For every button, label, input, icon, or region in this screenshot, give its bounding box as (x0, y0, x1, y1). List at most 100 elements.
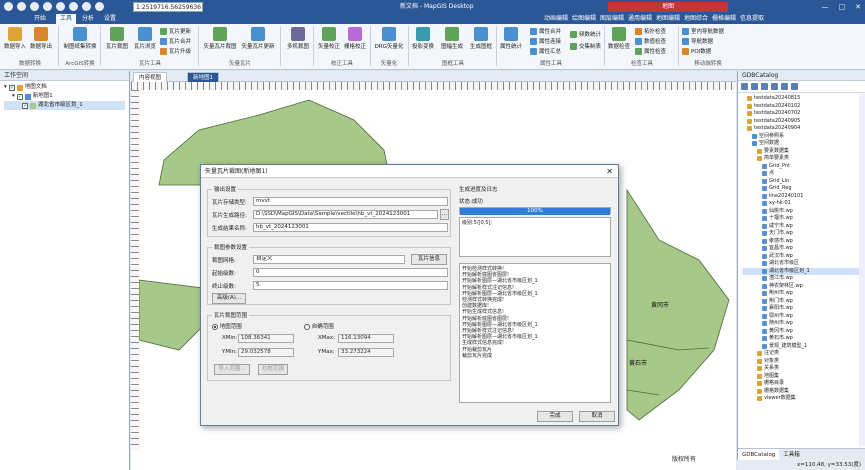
menu-icon[interactable] (4, 2, 13, 11)
catalog-tree-item[interactable]: 随州市.wp (742, 320, 861, 328)
attr-check-button[interactable]: 属性检查 (635, 47, 666, 55)
browse-path-button[interactable]: … (440, 209, 449, 220)
catalog-tree-item[interactable]: viewer数据集 (742, 395, 861, 403)
map-range-radio[interactable]: 地图范围 (212, 322, 242, 330)
xmax-input[interactable]: 116.13094 (338, 334, 394, 343)
expand-icon[interactable]: ▾ (12, 92, 15, 101)
catalog-tree-item[interactable]: 咸宁市.wp (742, 223, 861, 231)
tile-upgrade-button[interactable]: 瓦片升级 (160, 47, 191, 55)
search-icon[interactable] (771, 83, 778, 90)
tile-update-button[interactable]: 瓦片更新 (160, 27, 191, 35)
catalog-tree-item[interactable]: 简单要素类 (742, 155, 861, 163)
freq-stats-button[interactable]: 频数统计 (570, 30, 601, 38)
sheet-generate-button[interactable]: 图幅生成 (437, 24, 467, 50)
catalog-tree-item[interactable]: 空间参照系 (742, 133, 861, 141)
attr-join-button[interactable]: 属性连接 (530, 37, 561, 45)
ymin-input[interactable]: 29.032578 (238, 348, 294, 357)
xmin-input[interactable]: 108.36341 (238, 334, 294, 343)
value-check-button[interactable]: 数值检查 (635, 37, 666, 45)
catalog-tree-item[interactable]: 注记类 (742, 350, 861, 358)
catalog-tree-item[interactable]: 十堰市.wp (742, 215, 861, 223)
catalog-tree-item[interactable]: 栅格目录 (742, 380, 861, 388)
intersect-table-button[interactable]: 交集制表 (570, 42, 601, 50)
undo-icon[interactable] (56, 2, 65, 11)
catalog-tree-item[interactable]: testdata20240102 (742, 103, 861, 111)
catalog-tree-item[interactable]: 襄阳市.wp (742, 305, 861, 313)
attr-merge-button[interactable]: 属性合并 (530, 27, 561, 35)
finish-button[interactable]: 完成 (537, 411, 573, 422)
ymax-input[interactable]: 33.273224 (338, 348, 394, 357)
data-export-button[interactable]: 数据导出 (26, 24, 56, 50)
tab-tools[interactable]: 工具 (56, 14, 77, 24)
import-range-button[interactable]: 导入范围... (214, 364, 250, 375)
catalog-tree-item[interactable]: 荆州市.wp (742, 290, 861, 298)
catalog-tree-item[interactable]: 荆门市.wp (742, 298, 861, 306)
tab-start[interactable]: 开始 (30, 14, 50, 24)
tile-cut-button[interactable]: 瓦片裁图 (102, 24, 132, 50)
catalog-tree-item[interactable]: 鄂州市.wp (742, 313, 861, 321)
catalog-tree-item[interactable]: testdata20240815 (742, 95, 861, 103)
expand-icon[interactable]: ▾ (4, 83, 7, 92)
maximize-button[interactable]: □ (839, 2, 846, 12)
nav-data-button[interactable]: 导航数据 (682, 37, 713, 45)
catalog-tree-item[interactable]: 对象类 (742, 358, 861, 366)
dialog-close-button[interactable]: ✕ (606, 165, 613, 178)
cancel-button[interactable]: 取消 (579, 411, 615, 422)
scrollbar[interactable] (859, 94, 865, 446)
tab-info-extract[interactable]: 信息提取 (736, 14, 768, 24)
chart-convert-button[interactable]: 制图纸集转换 (62, 24, 98, 50)
end-level-input[interactable]: 5 (253, 281, 448, 290)
open-icon[interactable] (30, 2, 39, 11)
start-level-input[interactable]: 0 (253, 268, 448, 277)
tab-settings[interactable]: 设置 (100, 14, 120, 24)
catalog-tree-item[interactable]: 黄冈市.wp (742, 328, 861, 336)
raster-correct-button[interactable]: 栅格校正 (340, 24, 370, 50)
tree-item[interactable]: 湖北省市级区划_1 (4, 101, 125, 110)
new-folder-icon[interactable] (761, 83, 768, 90)
catalog-tree-item[interactable]: 神农架林区.wp (742, 283, 861, 291)
tab-analysis[interactable]: 分析 (78, 14, 98, 24)
catalog-tree-item[interactable]: Grid_Reg (742, 185, 861, 193)
catalog-tree-item[interactable]: 天门市.wp (742, 230, 861, 238)
checkbox[interactable] (16, 92, 23, 101)
checkbox[interactable] (8, 83, 15, 92)
catalog-tree-item[interactable]: 黄石市.wp (742, 335, 861, 343)
poi-data-button[interactable]: POI数据 (682, 47, 711, 55)
tab-content-view[interactable]: 内容视图 (133, 72, 168, 82)
tab-toolbox[interactable]: 工具箱 (779, 449, 804, 460)
redo-icon[interactable] (69, 2, 78, 11)
catalog-tree-item[interactable]: 栅格数据集 (742, 388, 861, 396)
tab-gdbcatalog[interactable]: GDBCatalog (738, 449, 780, 460)
catalog-tree-item[interactable]: testdata20240905 (742, 118, 861, 126)
catalog-tree-item[interactable]: 孝感市.wp (742, 238, 861, 246)
radio-selected[interactable] (212, 323, 218, 330)
zoom-icon[interactable] (95, 2, 104, 11)
close-button[interactable]: ✕ (855, 2, 861, 12)
attr-summary-button[interactable]: 属性汇总 (530, 47, 561, 55)
drg-vectorize-button[interactable]: DRG矢量化 (372, 24, 406, 50)
tab-new-map[interactable]: 新地图1 (187, 72, 219, 82)
tile-merge-button[interactable]: 瓦片合并 (160, 37, 191, 45)
tile-browse-button[interactable]: 瓦片浏览 (130, 24, 160, 50)
catalog-tree-item[interactable]: 湖北省市级区 (742, 260, 861, 268)
vector-tile-cut-button[interactable]: 矢量瓦片裁图 (202, 24, 238, 50)
custom-range-radio[interactable]: 自确范围 (304, 322, 334, 330)
indoor-nav-button[interactable]: 室内导航数据 (682, 27, 724, 35)
path-input[interactable]: D:\SSD\MapGIS\Data\Sample\vectile\hb_vt_… (253, 210, 438, 219)
pan-icon[interactable] (82, 2, 91, 11)
catalog-tree-item[interactable]: 点 (742, 170, 861, 178)
attr-stats-button[interactable]: 属性统计 (496, 24, 526, 50)
log-text-box[interactable]: 开始检测样式转换! 开始解析底图省图层! 开始解析图层—湖北省市级区划_1 开始解析样… (459, 263, 611, 403)
properties-icon[interactable] (791, 83, 798, 90)
vector-tile-update-button[interactable]: 矢量瓦片更新 (240, 24, 276, 50)
delete-icon[interactable] (781, 83, 788, 90)
catalog-tree-item[interactable]: 地图集 (742, 373, 861, 381)
catalog-tree-item[interactable]: 仙桃市.wp (742, 208, 861, 216)
checkbox[interactable] (22, 101, 28, 110)
tile-type-select[interactable]: mvvt (253, 197, 448, 206)
minimize-button[interactable]: — (822, 2, 829, 12)
catalog-tree-item[interactable]: 景观_建筑模型_1 (742, 343, 861, 351)
catalog-tree-item[interactable]: testdata20240904 (742, 125, 861, 133)
catalog-tree-item[interactable]: 潜江市.wp (742, 275, 861, 283)
refresh-icon[interactable] (741, 83, 748, 90)
